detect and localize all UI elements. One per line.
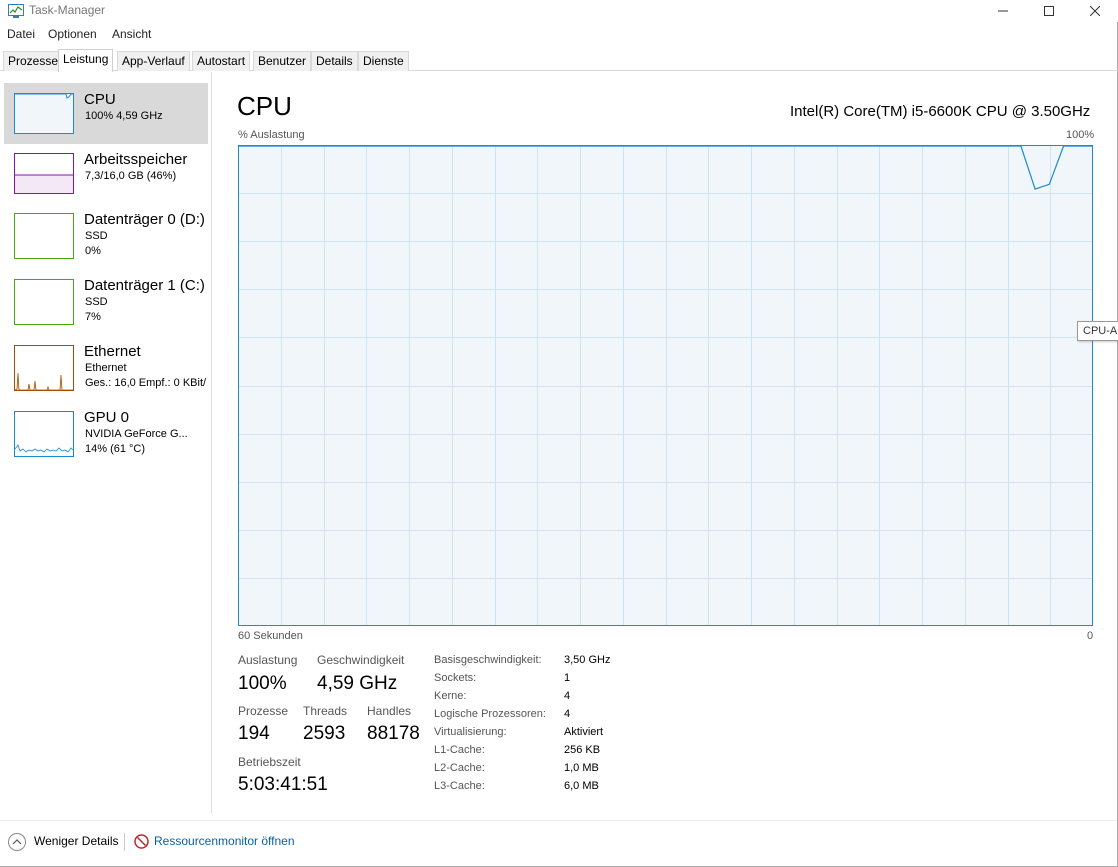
spec-value: 256 KB (564, 744, 601, 756)
sidebar-item-title: CPU (84, 91, 116, 108)
graph-tooltip: CPU-Auslastung (1077, 321, 1118, 341)
fewer-details-button[interactable] (8, 833, 26, 851)
tab-autostart[interactable]: Autostart (192, 51, 251, 71)
cpu-model-name: Intel(R) Core(TM) i5-6600K CPU @ 3.50GHz (790, 103, 1091, 120)
sidebar-item-title: Datenträger 0 (D:) (84, 211, 205, 228)
spec-label: Virtualisierung: (434, 726, 507, 738)
spec-value: 4 (564, 708, 571, 720)
sidebar-item-title: Arbeitsspeicher (84, 151, 188, 168)
title-bar[interactable]: Task-Manager (0, 0, 1118, 22)
spec-label: Sockets: (434, 672, 477, 684)
tab-leistung[interactable]: Leistung (58, 49, 114, 72)
minimize-icon (998, 10, 1008, 12)
handles-label: Handles (367, 704, 412, 718)
processes-value: 194 (238, 723, 270, 744)
spec-value: 1,0 MB (564, 762, 599, 774)
spec-label: Logische Prozessoren: (434, 708, 546, 720)
task-manager-app-icon (8, 4, 24, 18)
sidebar-item-detail: 7% (85, 311, 101, 323)
footer-bar: Weniger Details Ressourcenmonitor öffnen (0, 820, 1117, 866)
tab-dienste[interactable]: Dienste (358, 51, 409, 71)
sidebar-item-datentraeger-1[interactable]: Datenträger 1 (C:) SSD 7% (4, 269, 208, 330)
sidebar-item-detail: 0% (85, 245, 101, 257)
sidebar-item-ethernet[interactable]: Ethernet Ethernet Ges.: 16,0 Empf.: 0 KB… (4, 335, 208, 396)
chevron-up-icon (12, 839, 22, 845)
spec-value: 4 (564, 690, 571, 702)
fewer-details-label[interactable]: Weniger Details (34, 834, 118, 848)
resource-monitor-link[interactable]: Ressourcenmonitor öffnen (154, 834, 295, 848)
spec-label: Basisgeschwindigkeit: (434, 654, 542, 666)
tab-strip: Prozesse Leistung App-Verlauf Autostart … (0, 49, 1118, 72)
y-axis-max-label: 100% (1066, 129, 1095, 141)
menu-ansicht[interactable]: Ansicht (112, 27, 151, 41)
sidebar-item-adapter: Ethernet (85, 362, 127, 374)
sidebar-item-title: Ethernet (84, 343, 141, 360)
handles-value: 88178 (367, 723, 420, 744)
utilization-label: Auslastung (238, 653, 298, 667)
spec-value: 6,0 MB (564, 780, 599, 792)
spec-value: 3,50 GHz (564, 654, 611, 666)
sidebar-item-gpu-0[interactable]: GPU 0 NVIDIA GeForce G... 14% (61 °C) (4, 401, 208, 462)
disk1-thumbnail-graph (14, 279, 74, 325)
speed-value: 4,59 GHz (317, 673, 398, 694)
menu-optionen[interactable]: Optionen (48, 27, 97, 41)
minimize-button[interactable] (980, 0, 1026, 22)
sidebar-item-type: SSD (85, 296, 108, 308)
sidebar-item-detail: 14% (61 °C) (85, 443, 146, 455)
sidebar-item-detail: Ges.: 16,0 Empf.: 0 KBit/ (85, 377, 207, 389)
cpu-thumbnail-graph (14, 93, 74, 134)
close-icon (1090, 6, 1100, 16)
ethernet-thumbnail-graph (14, 345, 74, 391)
window-title: Task-Manager (29, 3, 106, 17)
memory-thumbnail-graph (14, 153, 74, 194)
spec-value: Aktiviert (564, 726, 604, 738)
utilization-value: 100% (238, 673, 287, 694)
sidebar-item-title: GPU 0 (84, 409, 130, 426)
cpu-utilization-graph[interactable] (238, 145, 1093, 626)
tab-app-verlauf[interactable]: App-Verlauf (117, 51, 190, 71)
sidebar-item-title: Datenträger 1 (C:) (84, 277, 205, 294)
uptime-label: Betriebszeit (238, 755, 301, 769)
spec-label: Kerne: (434, 690, 467, 702)
maximize-icon (1044, 6, 1054, 16)
tab-benutzer[interactable]: Benutzer (253, 51, 312, 71)
uptime-value: 5:03:41:51 (238, 774, 328, 795)
footer-divider (124, 833, 125, 851)
x-axis-left-label: 60 Sekunden (238, 630, 303, 642)
gpu-thumbnail-graph (14, 411, 74, 457)
page-title: CPU (237, 91, 292, 121)
x-axis-right-label: 0 (1087, 630, 1094, 642)
sidebar-item-datentraeger-0[interactable]: Datenträger 0 (D:) SSD 0% (4, 203, 208, 264)
sidebar-item-cpu[interactable]: CPU 100% 4,59 GHz (4, 83, 208, 144)
y-axis-label: % Auslastung (238, 129, 305, 141)
threads-label: Threads (303, 704, 348, 718)
disk0-thumbnail-graph (14, 213, 74, 259)
close-button[interactable] (1072, 0, 1118, 22)
spec-label: L3-Cache: (434, 780, 485, 792)
spec-label: L2-Cache: (434, 762, 485, 774)
spec-label: L1-Cache: (434, 744, 485, 756)
sidebar-item-arbeitsspeicher[interactable]: Arbeitsspeicher 7,3/16,0 GB (46%) (4, 143, 208, 204)
task-manager-window: Task-Manager Datei Optionen Ansicht Proz… (0, 0, 1118, 867)
sidebar-item-detail: 100% 4,59 GHz (85, 110, 163, 122)
tab-details[interactable]: Details (311, 51, 358, 71)
tab-prozesse[interactable]: Prozesse (3, 51, 64, 71)
processes-label: Prozesse (238, 704, 289, 718)
menu-datei[interactable]: Datei (7, 27, 35, 41)
threads-value: 2593 (303, 723, 346, 744)
sidebar-item-type: SSD (85, 230, 108, 242)
sidebar-item-detail: 7,3/16,0 GB (46%) (85, 170, 177, 182)
spec-value: 1 (564, 672, 571, 684)
sidebar-item-model: NVIDIA GeForce G... (85, 428, 188, 440)
resource-monitor-icon (134, 834, 149, 849)
speed-label: Geschwindigkeit (317, 653, 405, 667)
performance-sidebar: CPU 100% 4,59 GHz Arbeitsspeicher 7,3/16… (0, 72, 212, 814)
maximize-button[interactable] (1026, 0, 1072, 22)
